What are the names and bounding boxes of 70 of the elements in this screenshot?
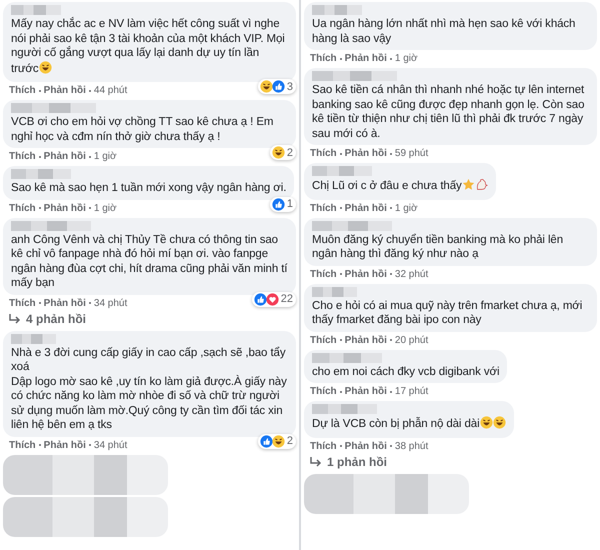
comment-text: Sao kê mà sao hẹn 1 tuần mới xong vậy ngân hàng ơi. — [11, 181, 286, 196]
like-link[interactable]: Thích — [310, 148, 337, 159]
reply-link[interactable]: Phản hồi — [36, 298, 86, 308]
comment-time: 1 giờ — [386, 53, 418, 64]
reply-link[interactable]: Phản hồi — [336, 268, 387, 280]
reply-link[interactable]: Phản hồi — [36, 202, 86, 214]
like-link[interactable]: Thích — [310, 268, 337, 280]
like-link[interactable]: Thích — [310, 440, 337, 452]
blurred-name — [312, 404, 377, 414]
reply-link[interactable]: Phản hồi — [336, 53, 387, 64]
comment-time: 1 giờ — [86, 202, 117, 214]
reaction-count: 2 — [286, 146, 293, 158]
like-link[interactable]: Thích — [310, 386, 337, 397]
reaction-badge[interactable]: 2 — [258, 434, 296, 448]
comment-text: VCB ơi cho em hỏi vợ chồng TT sao kê chưa ạ ! Em nghỉ học và cđm nín thở giờ chưa thấy ạ ! — [11, 115, 274, 144]
comment-time: 34 phút — [86, 440, 128, 450]
reply-link[interactable]: Phản hồi — [336, 202, 387, 214]
comment-time: 1 giờ — [386, 202, 418, 214]
blurred-name — [312, 5, 362, 15]
like-link[interactable]: Thích — [9, 85, 36, 96]
view-replies-link[interactable]: 1 phản hồi — [327, 454, 387, 468]
reply-arrow-icon — [310, 456, 322, 466]
view-replies-link[interactable]: 4 phản hồi — [26, 312, 86, 326]
like-link[interactable]: Thích — [310, 334, 337, 346]
comment-text: anh Công Vênh và chị Thủy Tề chưa có thông tin sao kê chỉ vô fanpage nhà đó hỏi mí bạn ơi. vào fanpge ngân hàng đùa cợt chi, hít drama cũng phải văn minh tí mấy bạn — [11, 232, 288, 290]
comment-time: 44 phút — [86, 85, 128, 96]
reaction-badge[interactable]: 3 — [258, 79, 296, 94]
blurred-name — [11, 169, 71, 179]
like-link[interactable]: Thích — [9, 151, 36, 162]
reply-link[interactable]: Phản hồi — [36, 85, 86, 96]
comment-text: Muôn đăng ký chuyển tiền banking mà ko phải lên ngân hàng thì đăng ký như nào ạ — [312, 232, 564, 262]
reply-arrow-icon — [9, 314, 21, 324]
comment-time: 17 phút — [386, 386, 428, 397]
reply-link[interactable]: Phản hồi — [336, 386, 387, 397]
blurred-name — [11, 334, 56, 344]
comment-time: 38 phút — [386, 440, 428, 452]
reaction-count: 22 — [280, 293, 293, 305]
comment-text: Chị Lũ ơi c ở đâu e chưa thấy — [312, 178, 488, 196]
blurred-name — [11, 5, 61, 15]
reaction-badge[interactable]: 22 — [252, 292, 296, 306]
comment-time: 20 phút — [386, 334, 428, 346]
reaction-badge[interactable]: 2 — [270, 145, 296, 160]
reaction-badge[interactable]: 1 — [270, 196, 296, 212]
like-link[interactable]: Thích — [310, 202, 337, 214]
blurred-name — [312, 352, 382, 362]
blurred-name — [312, 286, 357, 296]
reaction-count: 3 — [286, 80, 293, 92]
comment-text: Dự là VCB còn bị phẫn nộ dài dài — [312, 416, 506, 434]
like-link[interactable]: Thích — [9, 440, 36, 450]
reaction-count: 1 — [286, 198, 293, 210]
blurred-name — [312, 166, 372, 176]
comment-time: 34 phút — [86, 298, 128, 308]
comment-time: 1 giờ — [86, 151, 117, 162]
comment-time: 32 phút — [386, 268, 428, 280]
reply-link[interactable]: Phản hồi — [336, 334, 387, 346]
comment-text: Mấy nay chắc ac e NV làm việc hết công suất vì nghe nói phải sao kê tận 3 tài khoản của một khách VIP. Mọi người cố gắng vượt qua lấy lại danh dự uy tín lần trước — [11, 17, 286, 76]
comment-text: Nhà e 3 đời cung cấp giấy in cao cấp ,sạch sẽ ,bao tẩy xoá Dập logo mờ sao kê ,uy tín ko làm giả được.À giấy này có chức năng ko làm mờ nhòe đi số và chữ trừ người sử dụng muốn làm mờ.Quý công ty cần tìm đối tác xin liên hệ bên em ạ tks — [11, 346, 288, 432]
reply-link[interactable]: Phản hồi — [36, 151, 86, 162]
reply-link[interactable]: Phản hồi — [336, 148, 387, 159]
like-link[interactable]: Thích — [9, 202, 36, 214]
reply-link[interactable]: Phản hồi — [36, 440, 86, 450]
like-link[interactable]: Thích — [310, 53, 337, 64]
comment-text: cho em noi cách đky vcb digibank với — [312, 364, 500, 379]
comment-text: Ua ngân hàng lớn nhất nhì mà hẹn sao kê với khách hàng là sao vậy — [312, 17, 576, 46]
reply-link[interactable]: Phản hồi — [336, 440, 387, 452]
comment-text: Cho e hỏi có ai mua quỹ này trên fmarket chưa ạ, mới thấy fmarket đăng bài ipo con này — [312, 298, 584, 328]
reaction-count: 2 — [286, 435, 293, 447]
comment-text: Sao kê tiền cá nhân thì nhanh nhé hoặc tự lên internet banking sao kê cũng được đẹp nhanh gọn lẹ. Còn sao kê tiền từ thiện như chị tiên lũ thì phải đk trước 7 ngày sau mới có à. — [312, 83, 586, 141]
like-link[interactable]: Thích — [9, 298, 36, 308]
comment-time: 59 phút — [386, 148, 428, 159]
